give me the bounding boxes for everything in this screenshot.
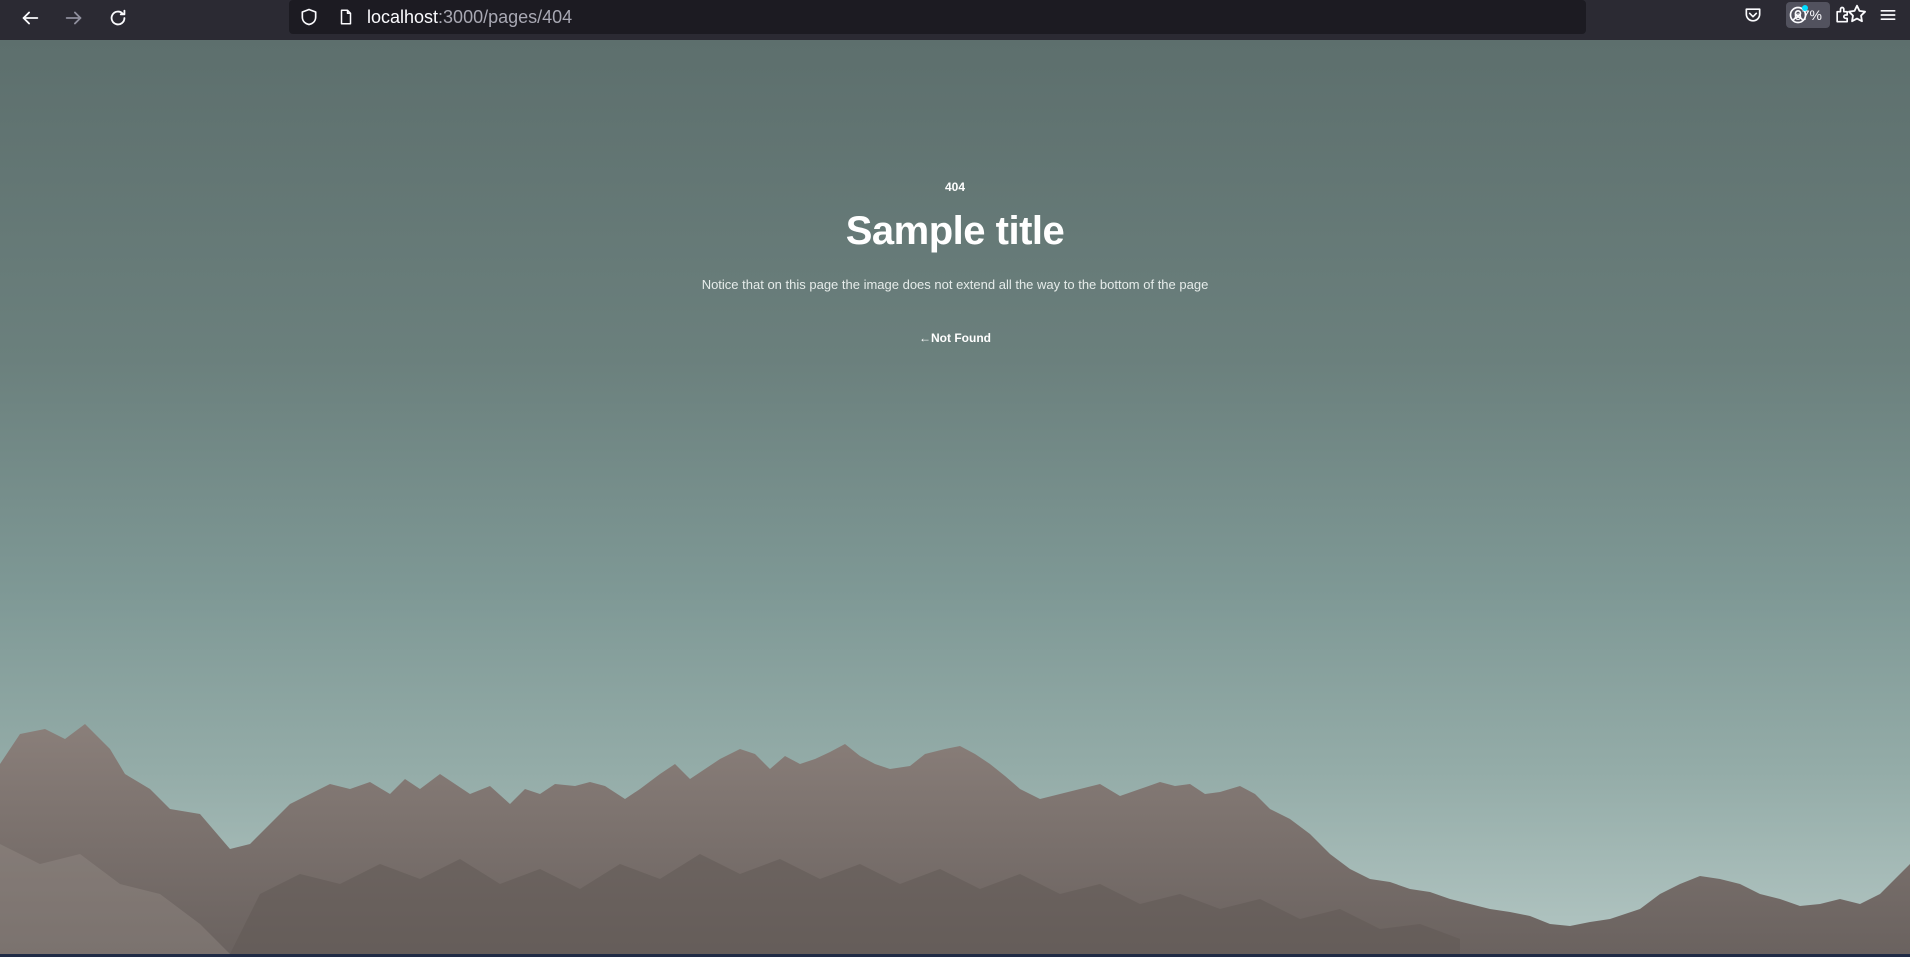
pocket-icon bbox=[1743, 5, 1763, 29]
reload-button[interactable] bbox=[96, 0, 140, 40]
shield-icon[interactable] bbox=[299, 7, 319, 27]
account-button[interactable] bbox=[1775, 0, 1820, 34]
page-icon[interactable] bbox=[337, 8, 355, 26]
toolbar-right bbox=[1730, 0, 1910, 34]
mountain-background-image bbox=[0, 724, 1910, 954]
error-code: 404 bbox=[944, 180, 966, 194]
not-found-link[interactable]: ←Not Found bbox=[919, 331, 991, 345]
url-host: localhost bbox=[367, 6, 439, 27]
not-found-link-wrapper: ←Not Found bbox=[0, 331, 1910, 345]
url-bar[interactable]: localhost:3000/pages/404 67% bbox=[289, 0, 1866, 34]
extensions-button[interactable] bbox=[1820, 0, 1865, 34]
browser-toolbar: localhost:3000/pages/404 67% bbox=[0, 0, 1910, 40]
forward-arrow-icon bbox=[63, 7, 85, 33]
pocket-button[interactable] bbox=[1730, 0, 1775, 34]
forward-button[interactable] bbox=[52, 0, 96, 40]
notification-dot bbox=[1802, 5, 1808, 11]
reload-icon bbox=[107, 7, 129, 33]
page-description: Notice that on this page the image does … bbox=[701, 277, 1209, 292]
hamburger-menu-icon bbox=[1878, 5, 1898, 29]
url-path: :3000/pages/404 bbox=[438, 6, 573, 27]
back-arrow-icon bbox=[19, 7, 41, 33]
url-text[interactable]: localhost:3000/pages/404 bbox=[367, 7, 572, 28]
page-viewport: 404 Sample title Notice that on this pag… bbox=[0, 40, 1910, 954]
extensions-icon bbox=[1833, 5, 1853, 29]
back-button[interactable] bbox=[8, 0, 52, 40]
page-title: Sample title bbox=[845, 209, 1065, 253]
menu-button[interactable] bbox=[1865, 0, 1910, 34]
